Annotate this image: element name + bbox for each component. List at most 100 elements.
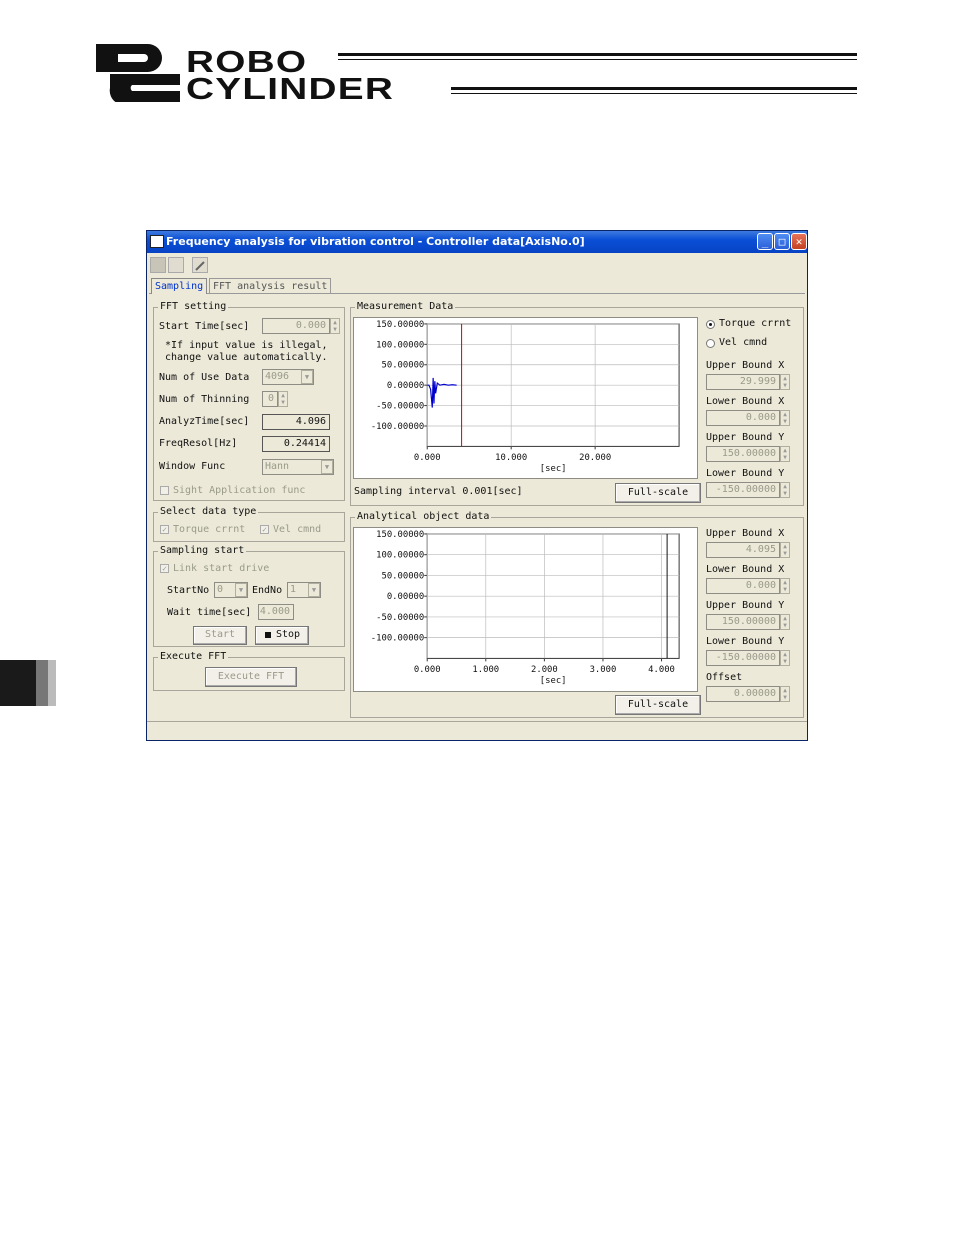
analytical-data-group: Analytical object data 150.00000 100.0000… (350, 511, 804, 718)
status-bar (147, 721, 807, 722)
y-tick-label: 0.00000 (387, 381, 424, 391)
link-start-label: Link start drive (173, 563, 270, 574)
chevron-down-icon[interactable]: ▼ (321, 460, 333, 474)
execute-fft-button[interactable]: Execute FFT (205, 667, 297, 687)
x-axis-label: [sec] (540, 676, 567, 686)
chevron-down-icon[interactable]: ▼ (308, 583, 320, 597)
lower-x-field[interactable]: 0.000 (706, 410, 780, 426)
freq-resol-value: 0.24414 (262, 436, 330, 452)
y-tick-label: 0.00000 (387, 592, 424, 602)
y-tick-label: -100.00000 (371, 634, 424, 644)
upper-x-spinner[interactable]: ▲ ▼ (780, 374, 790, 390)
chevron-down-icon[interactable]: ▼ (235, 583, 247, 597)
y-tick-label: -50.00000 (376, 402, 424, 412)
lower-x-field[interactable]: 0.000 (706, 578, 780, 594)
lower-y-spinner[interactable]: ▲ ▼ (780, 482, 790, 498)
num-thinning-spinner[interactable]: ▲ ▼ (278, 391, 288, 407)
stop-button[interactable]: Stop (255, 626, 309, 645)
header-rule-bottom (451, 87, 857, 90)
minimize-button[interactable]: _ (757, 233, 773, 250)
select-data-type-group: Select data type ✓ Torque crrnt ✓ Vel cm… (153, 506, 345, 542)
start-no-label: StartNo (167, 585, 210, 596)
lower-y-spinner[interactable]: ▲ ▼ (780, 650, 790, 666)
link-start-checkbox[interactable]: ✓ (160, 564, 169, 573)
y-tick-label: -100.00000 (371, 422, 424, 432)
start-button[interactable]: Start (193, 626, 247, 645)
offset-field[interactable]: 0.00000 (706, 686, 780, 702)
torque-checkbox[interactable]: ✓ (160, 525, 169, 534)
start-time-field[interactable]: 0.000 (262, 318, 330, 334)
freq-resol-label: FreqResol[Hz] (159, 438, 238, 449)
y-tick-label: 50.00000 (381, 571, 424, 581)
y-tick-label: 100.00000 (376, 551, 424, 561)
print-icon[interactable] (168, 257, 184, 273)
upper-y-spinner[interactable]: ▲ ▼ (780, 614, 790, 630)
group-title: Execute FFT (158, 651, 229, 663)
start-time-spinner[interactable]: ▲ ▼ (330, 318, 340, 334)
y-tick-label: 100.00000 (376, 340, 424, 350)
x-tick-label: 0.000 (414, 665, 441, 675)
window-func-label: Window Func (159, 461, 226, 472)
num-thinning-field[interactable]: 0 (262, 391, 278, 407)
upper-y-field[interactable]: 150.00000 (706, 614, 780, 630)
x-tick-label: 2.000 (531, 665, 558, 675)
title-bar[interactable]: Frequency analysis for vibration control… (147, 231, 807, 253)
close-button[interactable]: ✕ (791, 233, 807, 250)
upper-x-label: Upper Bound X (706, 360, 785, 371)
x-tick-label: 20.000 (579, 453, 611, 463)
window-title: Frequency analysis for vibration control… (166, 235, 585, 248)
torque-radio-label: Torque crrnt (719, 318, 792, 329)
chapter-tab-light (48, 660, 56, 706)
stop-button-label: Stop (275, 629, 301, 640)
upper-x-spinner[interactable]: ▲ ▼ (780, 542, 790, 558)
header-rule-bottom-thin (451, 93, 857, 94)
y-tick-label: -50.00000 (376, 613, 424, 623)
y-tick-label: 50.00000 (382, 361, 425, 371)
app-icon (150, 235, 164, 248)
x-tick-label: 1.000 (472, 665, 499, 675)
lower-x-spinner[interactable]: ▲ ▼ (780, 410, 790, 426)
upper-x-field[interactable]: 4.095 (706, 542, 780, 558)
wait-time-field[interactable]: 4.000 (258, 604, 294, 620)
note-line-1: *If input value is illegal, (165, 340, 328, 351)
lower-y-field[interactable]: -150.00000 (706, 650, 780, 666)
x-tick-label: 3.000 (590, 665, 617, 675)
end-no-label: EndNo (252, 585, 283, 596)
x-tick-label: 0.000 (414, 453, 441, 463)
torque-radio[interactable] (706, 320, 715, 329)
chapter-tab-shade (36, 660, 48, 706)
vel-checkbox[interactable]: ✓ (260, 525, 269, 534)
lower-x-label: Lower Bound X (706, 396, 785, 407)
upper-x-field[interactable]: 29.999 (706, 374, 780, 390)
upper-y-label: Upper Bound Y (706, 432, 785, 443)
lower-x-spinner[interactable]: ▲ ▼ (780, 578, 790, 594)
fft-setting-group: FFT setting Start Time[sec] 0.000 ▲ ▼ *If… (153, 301, 345, 501)
sight-application-checkbox[interactable] (160, 486, 169, 495)
lower-y-field[interactable]: -150.00000 (706, 482, 780, 498)
x-tick-label: 4.000 (648, 665, 675, 675)
start-time-label: Start Time[sec] (159, 321, 250, 332)
measurement-data-group: Measurement Data 150.00000 100.00000 50.00… (350, 301, 804, 506)
upper-y-spinner[interactable]: ▲ ▼ (780, 446, 790, 462)
x-axis-label: [sec] (540, 464, 567, 474)
header-rule-top (338, 53, 857, 56)
upper-y-field[interactable]: 150.00000 (706, 446, 780, 462)
vel-radio[interactable] (706, 339, 715, 348)
new-icon[interactable] (150, 257, 166, 273)
offset-spinner[interactable]: ▲ ▼ (780, 686, 790, 702)
stop-icon (265, 632, 271, 638)
chevron-down-icon[interactable]: ▼ (301, 370, 313, 384)
tab-sampling[interactable]: Sampling (151, 278, 208, 294)
sight-application-label: Sight Application func (173, 485, 306, 496)
analytical-fullscale-button[interactable]: Full-scale (615, 695, 701, 715)
group-title: Analytical object data (355, 511, 492, 523)
rc-logo-icon (96, 44, 180, 102)
header-rule-top-thin (338, 59, 857, 60)
measurement-chart[interactable]: 150.00000 100.00000 50.00000 0.00000 -50.000… (353, 317, 698, 479)
maximize-button[interactable]: □ (774, 233, 790, 250)
group-title: Select data type (158, 506, 259, 518)
edit-icon[interactable] (192, 257, 208, 273)
measurement-fullscale-button[interactable]: Full-scale (615, 483, 701, 503)
tab-fft-analysis-result[interactable]: FFT analysis result (209, 278, 332, 294)
analytical-chart[interactable]: 150.00000 100.00000 50.00000 0.00000 -50.000… (353, 527, 698, 692)
